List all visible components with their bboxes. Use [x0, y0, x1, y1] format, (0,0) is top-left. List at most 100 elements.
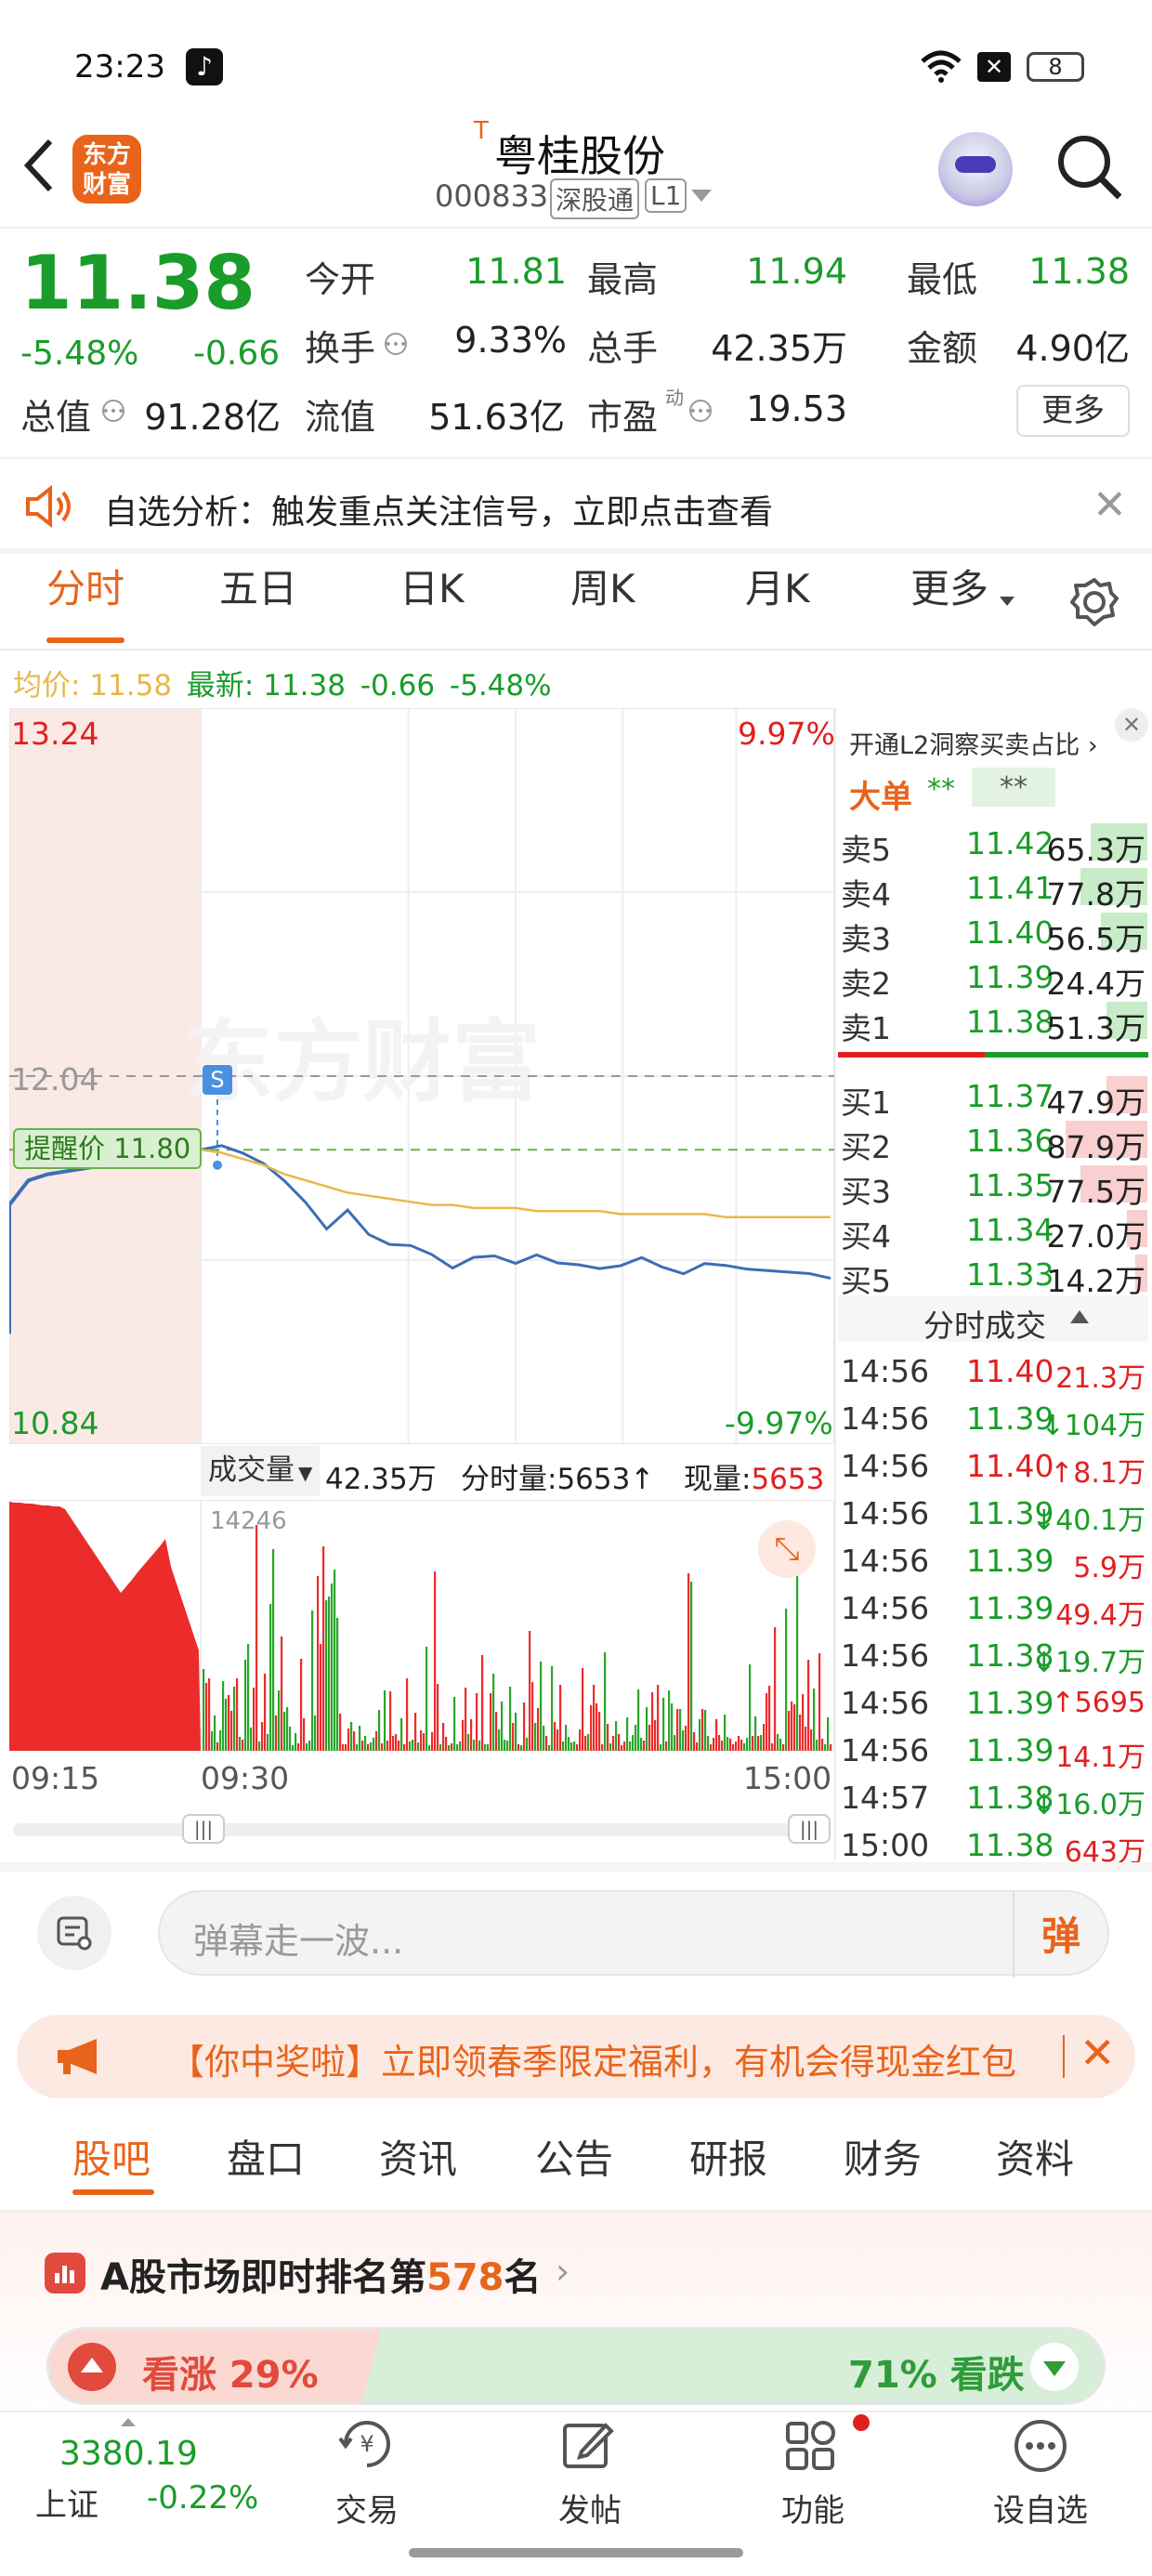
info-icon[interactable]: •••	[100, 398, 126, 424]
trade-volume: ↑8.1万	[1050, 1457, 1145, 1490]
volume-bar	[211, 1731, 214, 1751]
bid-row[interactable]: 买2 11.36 87.9万	[841, 1117, 1147, 1165]
chart-tab[interactable]: 分时	[46, 558, 124, 614]
chart-tab[interactable]: 五日	[219, 558, 297, 614]
bid-row[interactable]: 买3 11.35 77.5万	[841, 1162, 1147, 1210]
y-mid-label: 12.04	[11, 1061, 99, 1097]
robot-avatar[interactable]	[938, 132, 1013, 206]
ask-row[interactable]: 卖3 11.40 56.5万	[841, 909, 1147, 957]
danmu-input[interactable]: 弹幕走一波... 弹	[158, 1890, 1109, 1978]
volume-bar	[713, 1738, 715, 1751]
volume-bar	[501, 1702, 504, 1751]
feature-tab[interactable]: 股吧	[72, 2128, 151, 2185]
nav-watchlist-label: 设自选	[993, 2492, 1088, 2530]
time-range-scrollbar[interactable]	[13, 1823, 831, 1836]
volume-bar	[456, 1744, 459, 1751]
feature-tab[interactable]: 公告	[535, 2128, 613, 2185]
latest-value: 11.38	[263, 669, 346, 703]
feature-tab[interactable]: 财务	[844, 2128, 922, 2185]
feature-tab[interactable]: 资讯	[379, 2128, 457, 2185]
chart-tab[interactable]: 周K	[570, 558, 635, 614]
trade-row: 14:56 11.40 ↑8.1万	[841, 1442, 1147, 1490]
close-icon[interactable]: ✕	[1080, 2028, 1116, 2078]
volume-bar	[590, 1705, 593, 1751]
back-arrow-icon[interactable]	[20, 138, 58, 193]
volume-bar	[406, 1678, 409, 1751]
l2-promo-link[interactable]: 开通L2洞察买卖占比 ›	[849, 725, 1098, 761]
up-arrow-icon[interactable]	[68, 2343, 116, 2391]
volume-bar	[816, 1740, 818, 1751]
level-price: 11.42	[966, 825, 1054, 861]
expand-icon[interactable]: ⤡	[758, 1520, 816, 1578]
nav-functions[interactable]: 功能	[725, 2414, 901, 2535]
ask-row[interactable]: 卖5 11.42 65.3万	[841, 820, 1147, 868]
level-price: 11.35	[966, 1167, 1054, 1203]
level-volume: 56.5万	[1046, 921, 1145, 957]
brand-logo[interactable]: 东方 财富	[72, 135, 141, 204]
volume-bar	[465, 1688, 467, 1751]
volume-bar	[743, 1743, 746, 1751]
ask-row[interactable]: 卖2 11.39 24.4万	[841, 953, 1147, 1002]
comment-list-icon[interactable]	[37, 1896, 111, 1970]
info-icon[interactable]: •••	[383, 331, 409, 357]
volume-bar	[490, 1693, 492, 1751]
chart-tab[interactable]: 日K	[399, 558, 465, 614]
volume-bar	[281, 1636, 283, 1751]
volume-bar	[303, 1718, 306, 1751]
bid-row[interactable]: 买1 11.37 47.9万	[841, 1072, 1147, 1121]
volume-dropdown[interactable]: 成交量 ▼	[201, 1446, 321, 1496]
volume-bar	[579, 1729, 582, 1751]
ranking-card[interactable]: A股市场即时排名第578名 › 看涨 29% 71% 看跌	[0, 2212, 1152, 2412]
volume-bar	[250, 1728, 253, 1751]
caret-down-icon	[1000, 597, 1015, 606]
ask-row[interactable]: 卖4 11.41 77.8万	[841, 864, 1147, 913]
sentiment-bar[interactable]: 看涨 29% 71% 看跌	[46, 2327, 1106, 2405]
feature-tab[interactable]: 资料	[996, 2128, 1074, 2185]
feature-tab[interactable]: 盘口	[227, 2128, 305, 2185]
nav-trade[interactable]: ¥ 交易	[279, 2414, 455, 2535]
trades-header[interactable]: 分时成交	[838, 1295, 1148, 1344]
volume-bar	[807, 1660, 810, 1751]
feature-tab[interactable]: 研报	[689, 2128, 767, 2185]
quote-label: 金额	[907, 328, 978, 369]
bid-row[interactable]: 买5 11.33 14.2万	[841, 1251, 1147, 1299]
range-handle-left[interactable]: |||	[182, 1814, 225, 1844]
volume-bar	[818, 1653, 821, 1751]
volume-bar	[646, 1707, 648, 1751]
s-marker[interactable]: S	[203, 1065, 232, 1095]
ask-row[interactable]: 卖1 11.38 51.3万	[841, 998, 1147, 1046]
chart-tab[interactable]: 月K	[745, 558, 810, 614]
gear-icon[interactable]	[1068, 576, 1120, 628]
promo-banner[interactable]: 【你中奖啦】立即领春季限定福利，有机会得现金红包 ✕	[17, 2015, 1135, 2098]
danmu-button[interactable]: 弹	[1024, 1905, 1098, 1965]
quote-value: 42.35万	[711, 328, 847, 369]
more-button[interactable]: 更多	[1016, 385, 1130, 437]
nav-watchlist[interactable]: 设自选	[948, 2414, 1133, 2535]
bid-row[interactable]: 买4 11.34 27.0万	[841, 1206, 1147, 1255]
down-arrow-icon[interactable]	[1030, 2343, 1079, 2391]
volume-bar	[225, 1699, 228, 1751]
current-volume-label: 现量:	[684, 1463, 752, 1496]
close-icon[interactable]: ✕	[1115, 708, 1148, 742]
alert-price-label[interactable]: 提醒价 11.80	[13, 1128, 203, 1169]
ranking-number: 578	[425, 2256, 504, 2299]
volume-bar	[665, 1741, 668, 1751]
nav-post[interactable]: 发帖	[502, 2414, 678, 2535]
range-handle-right[interactable]: |||	[788, 1814, 831, 1844]
intraday-price-chart[interactable]: 东方财富	[9, 708, 834, 1444]
index-widget[interactable]: 3380.19 上证 -0.22%	[19, 2416, 260, 2528]
volume-bar	[228, 1695, 230, 1751]
level-badge[interactable]: L1	[645, 178, 687, 213]
volume-chart[interactable]	[9, 1500, 834, 1751]
close-icon[interactable]: ✕	[1093, 481, 1127, 529]
volume-bar	[601, 1744, 604, 1751]
notice-bar[interactable]: 自选分析：触发重点关注信号，立即点击查看 ✕	[0, 465, 1152, 548]
chevron-down-icon[interactable]	[691, 190, 712, 202]
info-icon[interactable]: •••	[687, 398, 713, 424]
volume-bar	[537, 1708, 540, 1751]
chart-tab[interactable]: 更多	[910, 558, 988, 614]
wifi-icon	[921, 50, 962, 83]
search-icon[interactable]	[1054, 132, 1125, 203]
volume-bar	[487, 1744, 490, 1751]
level-volume: 65.3万	[1046, 832, 1145, 868]
